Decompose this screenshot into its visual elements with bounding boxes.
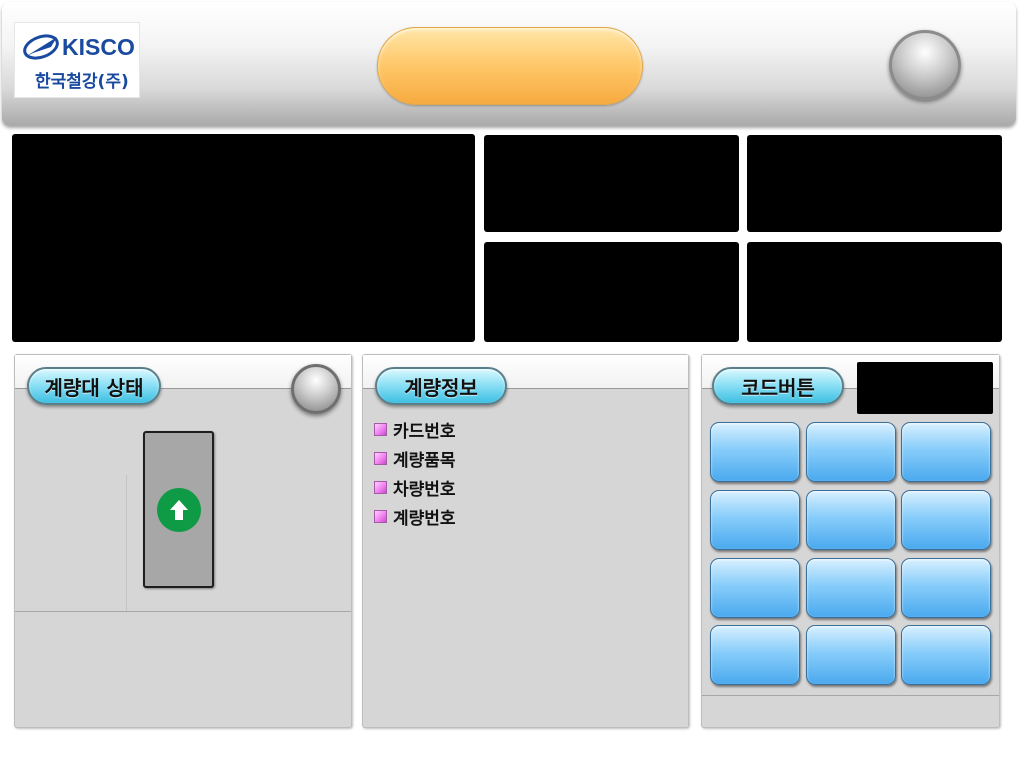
code-key[interactable]	[806, 422, 896, 482]
weighing-info-title: 계량정보	[375, 367, 507, 405]
scale-indicator	[143, 431, 214, 588]
camera-view-4	[747, 242, 1002, 342]
info-list: 카드번호 계량품목 차량번호 계량번호	[374, 415, 456, 531]
bullet-icon	[374, 481, 387, 494]
bullet-icon	[374, 423, 387, 436]
kisco-logo-icon	[23, 34, 59, 60]
status-message-button[interactable]	[377, 27, 643, 105]
top-round-button[interactable]	[889, 30, 961, 100]
info-label: 카드번호	[393, 422, 456, 442]
info-label: 계량번호	[393, 509, 456, 529]
header-bar: KISCO 한국철강(주)	[2, 2, 1016, 126]
code-button-title: 코드버튼	[712, 367, 844, 405]
code-key[interactable]	[806, 490, 896, 550]
code-key[interactable]	[806, 558, 896, 618]
logo-subtitle: 한국철강(주)	[35, 72, 129, 92]
divider	[15, 611, 351, 612]
code-display	[857, 362, 993, 414]
code-key[interactable]	[806, 625, 896, 685]
status-round-button[interactable]	[291, 364, 341, 414]
code-key[interactable]	[901, 558, 991, 618]
divider	[702, 695, 999, 696]
code-key[interactable]	[901, 422, 991, 482]
camera-view-main	[12, 134, 475, 342]
logo-name: KISCO	[62, 34, 135, 60]
info-label: 계량품목	[393, 451, 456, 471]
company-logo: KISCO 한국철강(주)	[14, 22, 140, 98]
divider	[126, 475, 127, 611]
weighing-info-panel: 계량정보 카드번호 계량품목 차량번호 계량번호	[362, 354, 689, 728]
code-key[interactable]	[710, 558, 800, 618]
scale-status-panel: 계량대 상태	[14, 354, 352, 728]
list-item: 계량품목	[374, 444, 456, 473]
list-item: 차량번호	[374, 473, 456, 502]
arrow-up-icon	[157, 488, 201, 532]
list-item: 계량번호	[374, 502, 456, 531]
code-key[interactable]	[710, 490, 800, 550]
code-key[interactable]	[901, 625, 991, 685]
scale-status-title: 계량대 상태	[27, 367, 161, 405]
camera-view-1	[484, 135, 739, 232]
list-item: 카드번호	[374, 415, 456, 444]
bullet-icon	[374, 510, 387, 523]
code-key[interactable]	[710, 625, 800, 685]
code-key[interactable]	[901, 490, 991, 550]
camera-view-3	[484, 242, 739, 342]
bullet-icon	[374, 452, 387, 465]
camera-view-2	[747, 135, 1002, 232]
info-label: 차량번호	[393, 480, 456, 500]
code-button-panel: 코드버튼	[701, 354, 1000, 728]
code-key[interactable]	[710, 422, 800, 482]
